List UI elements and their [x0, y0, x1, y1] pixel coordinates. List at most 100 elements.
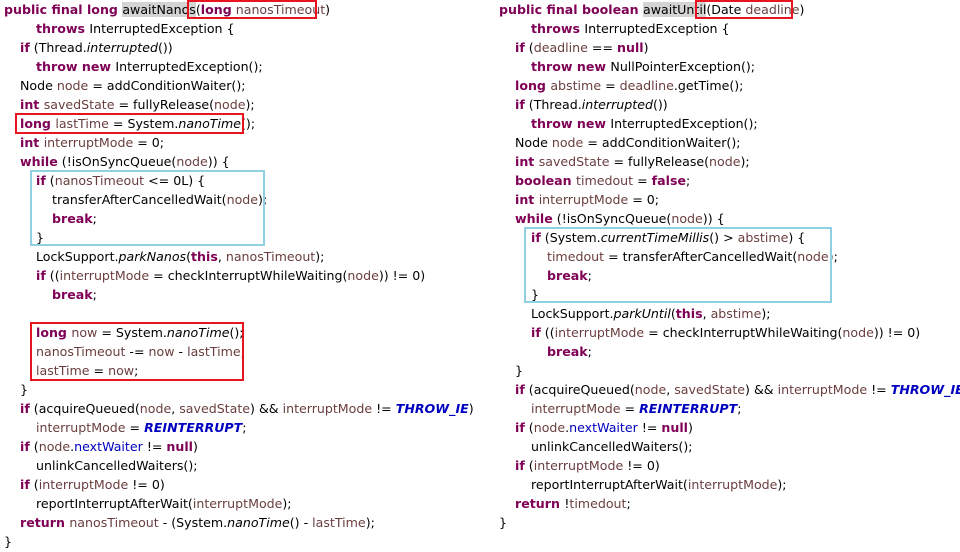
code-token: return [20, 515, 70, 530]
code-token: (( [540, 325, 555, 340]
code-token: if [515, 458, 525, 473]
code-token: interruptMode [687, 477, 778, 492]
code-token: interrupted [86, 40, 158, 55]
code-line: Node node = addConditionWaiter(); [499, 133, 957, 152]
highlight-box-now-update [30, 322, 244, 381]
code-token: Node [20, 78, 57, 93]
code-token: int [20, 97, 44, 112]
code-token: deadline [533, 40, 588, 55]
code-token: ; [587, 344, 592, 359]
code-token: ) [325, 2, 331, 17]
code-line: return !timedout; [499, 494, 957, 513]
code-token: InterruptedException { [89, 21, 235, 36]
highlight-box-timeout-check-left [30, 170, 265, 246]
code-token: interruptMode [538, 192, 629, 207]
code-line: } [4, 380, 474, 399]
code-token: (acquireQueued( [29, 401, 140, 416]
code-token: if [515, 40, 525, 55]
code-line: if (deadline == null) [499, 38, 957, 57]
code-token: ) [688, 420, 693, 435]
code-token: ()) [652, 97, 668, 112]
code-line: break; [499, 342, 957, 361]
code-token: ) [468, 401, 474, 416]
code-line: } [499, 513, 957, 532]
code-token: } [20, 382, 29, 397]
code-token: null [661, 420, 688, 435]
code-line: if (interruptMode != 0) [499, 456, 957, 475]
code-line: if (acquireQueued(node, savedState) && i… [499, 380, 960, 399]
code-token: InterruptedException { [584, 21, 730, 36]
code-token: while [515, 211, 553, 226]
code-token: = fullyRelease( [609, 154, 710, 169]
code-token: ) [193, 439, 198, 454]
code-token: = addConditionWaiter(); [583, 135, 741, 150]
code-token: node [176, 154, 208, 169]
code-token: public final boolean [499, 2, 644, 17]
code-token: break [547, 344, 588, 359]
code-token: = fullyRelease( [114, 97, 215, 112]
code-token: node [139, 401, 172, 416]
code-token: interruptMode [554, 325, 645, 340]
code-token: ; [92, 287, 97, 302]
code-token: ); [365, 515, 375, 530]
code-token: if [20, 401, 30, 416]
code-line: long abstime = deadline.getTime(); [499, 76, 957, 95]
code-line: LockSupport.parkNanos(this, nanosTimeout… [4, 247, 474, 266]
code-line: boolean timedout = false; [499, 171, 957, 190]
code-token: != [867, 382, 891, 397]
left-code-panel: public final long awaitNanos(long nanosT… [4, 0, 474, 551]
code-line: } [4, 532, 474, 551]
code-token: != [142, 439, 167, 454]
code-line: if (acquireQueued(node, savedState) && i… [4, 399, 474, 418]
code-token: REINTERRUPT [144, 420, 243, 435]
code-line: Node node = addConditionWaiter(); [4, 76, 474, 95]
code-token: nanosTimeout [225, 249, 316, 264]
code-token: interruptMode [533, 458, 624, 473]
code-token: throw new [531, 116, 611, 131]
code-token: node [56, 78, 89, 93]
code-token: InterruptedException(); [115, 59, 263, 74]
highlight-box-param-nanos [187, 0, 317, 19]
code-token: ( [524, 40, 534, 55]
code-token: node [842, 325, 874, 340]
code-token: = checkInterruptWhileWaiting( [644, 325, 843, 340]
code-token: } [515, 363, 524, 378]
code-line: break; [4, 285, 474, 304]
code-token: lastTime [312, 515, 366, 530]
code-token: timedout [576, 173, 634, 188]
code-token: = [125, 420, 145, 435]
code-token: THROW_IE [890, 382, 960, 397]
code-token: ); [282, 496, 292, 511]
code-token: reportInterruptAfterWait( [36, 496, 193, 511]
code-token: ); [315, 249, 325, 264]
code-token: unlinkCancelledWaiters(); [531, 439, 693, 454]
code-token: ( [524, 420, 534, 435]
code-token: (!isOnSyncQueue( [552, 211, 672, 226]
code-line: if (Thread.interrupted()) [4, 38, 474, 57]
code-token: ) && [250, 401, 283, 416]
code-token: nextWaiter [569, 420, 638, 435]
code-line: if (node.nextWaiter != null) [499, 418, 957, 437]
code-line: return nanosTimeout - (System.nanoTime()… [4, 513, 474, 532]
code-token: savedState [179, 401, 251, 416]
code-token: int [515, 154, 539, 169]
code-line: while (!isOnSyncQueue(node)) { [4, 152, 474, 171]
code-token: node [38, 439, 71, 454]
code-token: = [620, 401, 640, 416]
code-token: throw new [531, 59, 611, 74]
code-token: this [191, 249, 218, 264]
code-token: , [702, 306, 711, 321]
code-token: public final long [4, 2, 123, 17]
code-token: if [36, 268, 46, 283]
code-token: throws [36, 21, 90, 36]
code-token: interruptMode [777, 382, 868, 397]
code-token: if [20, 477, 30, 492]
code-token: ); [761, 306, 771, 321]
code-token: interrupted [581, 97, 653, 112]
code-line: int interruptMode = 0; [4, 133, 474, 152]
code-token: interruptMode [38, 477, 129, 492]
code-token: ); [777, 477, 787, 492]
code-token: ( [29, 439, 39, 454]
code-line: reportInterruptAfterWait(interruptMode); [499, 475, 957, 494]
